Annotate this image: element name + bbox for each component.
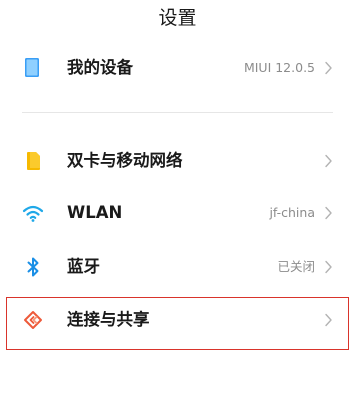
chevron-right-icon [324,154,333,168]
chevron-right-icon [324,260,333,274]
settings-item-bluetooth[interactable]: 蓝牙 已关闭 [0,243,355,291]
settings-item-value: MIUI 12.0.5 [243,60,315,75]
settings-item-label: 连接与共享 [67,310,150,329]
settings-item-value: 已关闭 [277,259,315,274]
bluetooth-icon [22,255,44,279]
settings-item-label: 我的设备 [67,58,133,77]
section-divider [22,112,333,113]
settings-item-wlan[interactable]: WLAN jf-china [0,189,355,237]
device-icon [22,56,44,80]
sim-card-icon [22,149,44,173]
settings-item-sim-mobile-network[interactable]: 双卡与移动网络 [0,137,355,185]
chevron-right-icon [324,206,333,220]
wifi-icon [22,201,44,225]
connection-share-icon [22,308,44,332]
settings-item-label: 双卡与移动网络 [67,151,183,170]
settings-item-value: jf-china [269,205,315,220]
settings-item-label: 蓝牙 [67,257,100,276]
page-title: 设置 [158,7,197,29]
settings-item-connection-sharing[interactable]: 连接与共享 [0,296,355,344]
chevron-right-icon [324,61,333,75]
settings-item-label: WLAN [67,203,123,222]
chevron-right-icon [324,313,333,327]
settings-item-my-device[interactable]: 我的设备 MIUI 12.0.5 [0,44,355,92]
